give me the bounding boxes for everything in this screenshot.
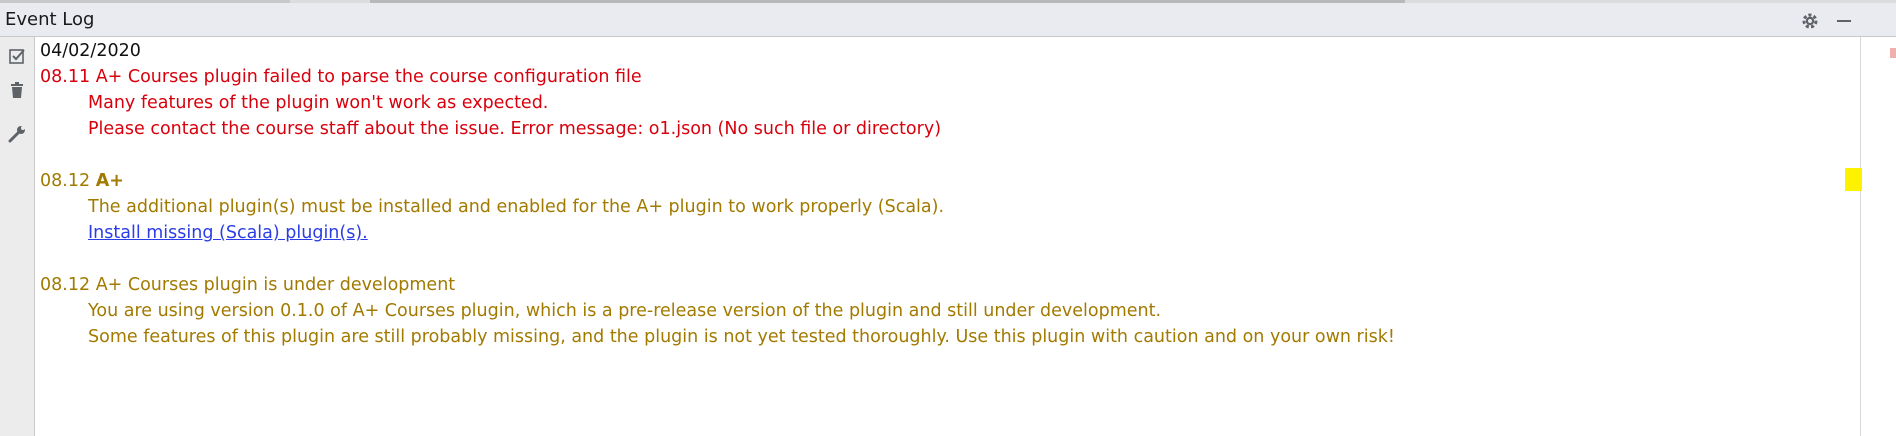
error-stripe-marker (1890, 48, 1896, 58)
log-message-line: Many features of the plugin won't work a… (88, 93, 549, 113)
log-message-line: Please contact the course staff about th… (88, 119, 942, 139)
gear-icon[interactable] (1800, 11, 1820, 31)
panel-header: Event Log (0, 3, 1896, 37)
log-entry-header: 08.12 A+ Courses plugin is under develop… (40, 272, 455, 298)
log-time: 08.12 (40, 275, 91, 295)
log-message-line: You are using version 0.1.0 of A+ Course… (88, 301, 1162, 321)
left-toolbar (0, 37, 35, 436)
log-title: A+ Courses plugin failed to parse the co… (95, 67, 642, 87)
log-time: 08.12 (40, 171, 91, 191)
trash-icon[interactable] (6, 79, 28, 101)
vertical-scrollbar[interactable] (1860, 37, 1896, 436)
wrench-icon[interactable] (6, 123, 28, 145)
panel-title: Event Log (5, 9, 95, 30)
log-entry-header: 08.11 A+ Courses plugin failed to parse … (40, 64, 642, 90)
highlight-marker (1845, 168, 1862, 191)
log-date: 04/02/2020 (40, 41, 141, 61)
install-plugins-link[interactable]: Install missing (Scala) plugin(s). (88, 220, 368, 246)
log-title: A+ (95, 171, 124, 191)
log-message-line: The additional plugin(s) must be install… (88, 197, 945, 217)
log-title: A+ Courses plugin is under development (95, 275, 456, 295)
minimize-icon[interactable] (1834, 11, 1854, 31)
log-message-line: Some features of this plugin are still p… (88, 327, 1395, 347)
log-time: 08.11 (40, 67, 91, 87)
log-entry-header: 08.12 A+ (40, 168, 124, 194)
mark-read-icon[interactable] (6, 45, 28, 67)
event-log-content: 04/02/2020 08.11 A+ Courses plugin faile… (40, 37, 1860, 436)
